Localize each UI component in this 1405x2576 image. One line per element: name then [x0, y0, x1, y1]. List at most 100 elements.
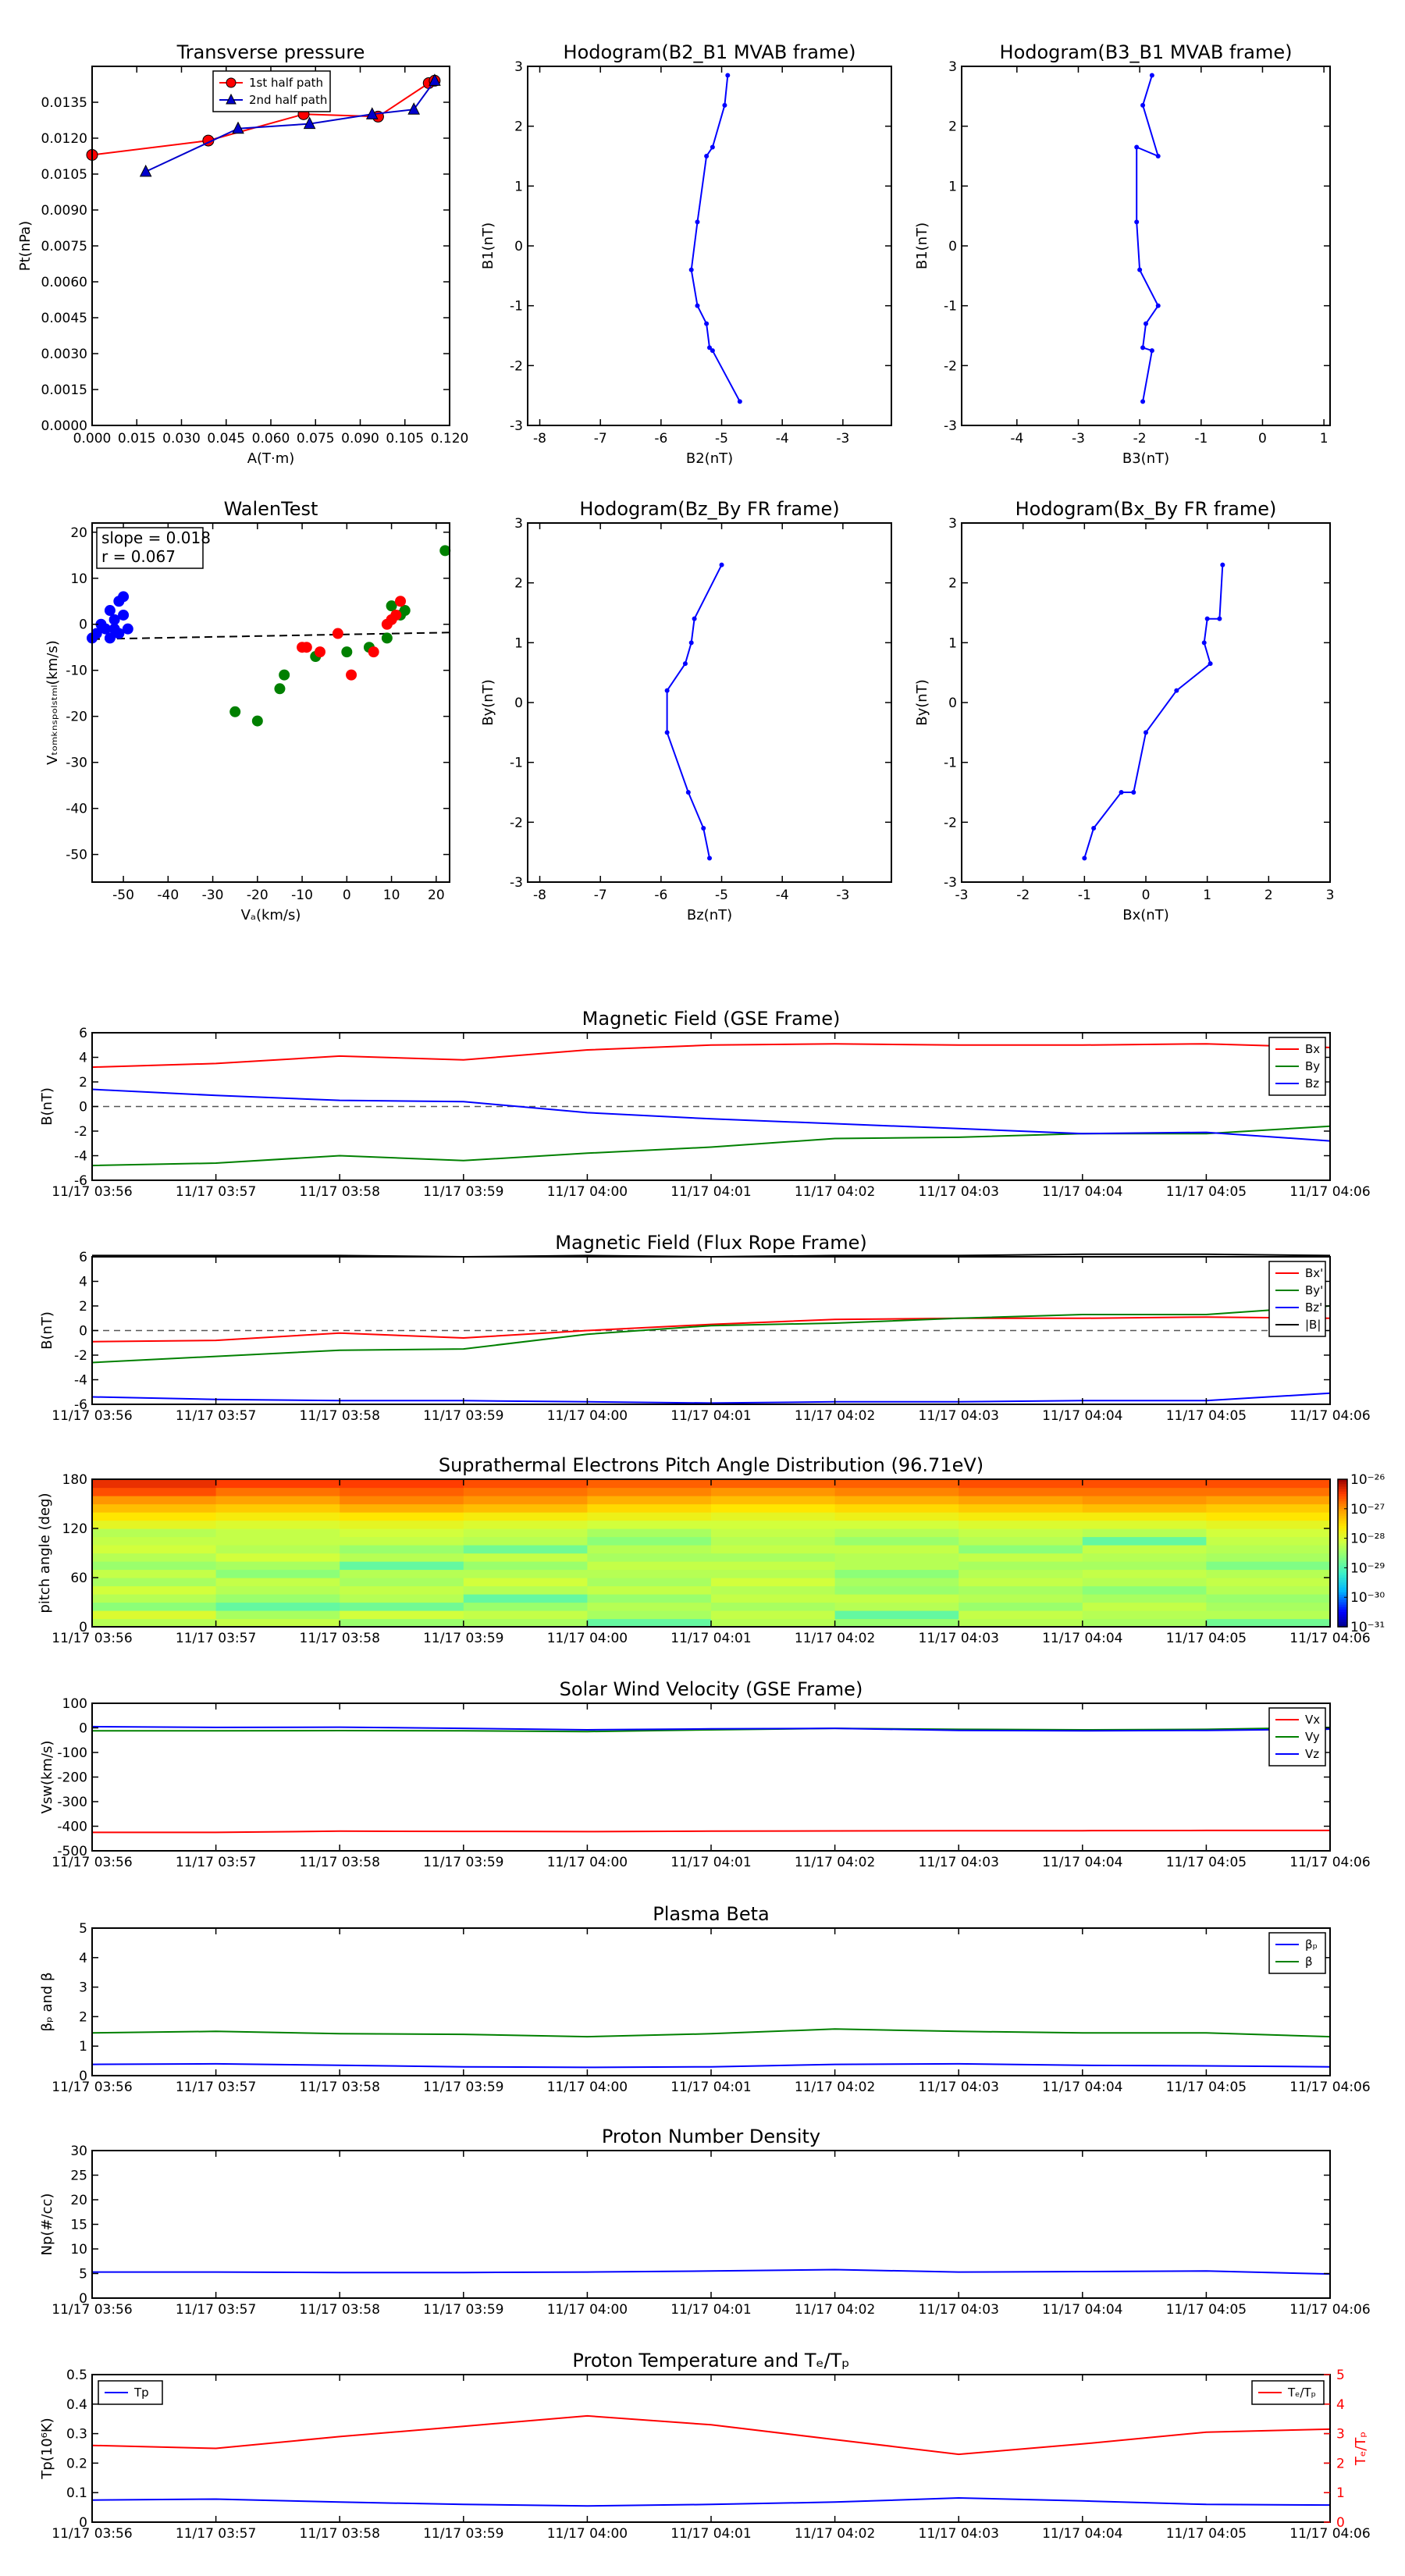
heatmap-cell — [340, 1496, 464, 1505]
x-tick-label: 10 — [383, 888, 400, 903]
heatmap-cell — [463, 1594, 588, 1603]
y-tick-label: -2 — [510, 815, 523, 831]
y-tick-label: -1 — [944, 299, 957, 315]
data-point — [1131, 790, 1136, 795]
panel-walen_test: -50 -40 -30 -20 -10 0 10 20 -50 -40 -30 -20 -10 0 10 20… — [44, 498, 451, 923]
x-tick-label: 11/17 03:59 — [423, 2526, 503, 2542]
data-point — [688, 640, 694, 646]
y-axis-label: βₚ and β — [39, 1973, 55, 2032]
data-point — [395, 596, 407, 607]
fit-line — [91, 632, 450, 640]
heatmap-cell — [215, 1520, 340, 1529]
x-tick-label: 11/17 04:01 — [670, 1855, 751, 1870]
data-point — [1217, 616, 1222, 621]
x-tick-label: -1 — [1194, 431, 1208, 447]
data-point — [1134, 219, 1140, 225]
heatmap-cell — [711, 1496, 836, 1505]
y-tick-label: 0 — [514, 239, 523, 254]
heatmap-cell — [711, 1512, 836, 1521]
x-tick-label: 11/17 03:58 — [300, 2302, 380, 2318]
data-point — [341, 646, 353, 658]
x-tick-label: 11/17 04:06 — [1289, 2526, 1370, 2542]
x-tick-label: 11/17 04:01 — [670, 1631, 751, 1646]
data-point — [390, 609, 402, 621]
heatmap-cell — [959, 1594, 1083, 1603]
x-tick-label: 0.030 — [162, 431, 201, 447]
x-tick-label: 11/17 04:03 — [919, 2302, 999, 2318]
data-point — [1220, 562, 1225, 568]
heatmap-cell — [92, 1536, 217, 1546]
plot-frame — [961, 66, 1331, 426]
y-tick-label: 4 — [79, 1275, 87, 1290]
chart-title: Hodogram(Bz_By FR frame) — [579, 498, 839, 520]
heatmap-cell — [215, 1487, 340, 1496]
legend-label: Tₑ/Tₚ — [1287, 2386, 1316, 2400]
data-point — [664, 730, 670, 735]
colorbar-label: 10⁻²⁹ — [1350, 1560, 1385, 1576]
data-point — [1208, 661, 1213, 667]
x-tick-label: -3 — [1072, 431, 1085, 447]
heatmap-cell — [1082, 1520, 1207, 1529]
panel-hodo_b3_b1: -3 -2 -1 0 1 2 3 -4 -3 -2 -1 0 1 Hodogram(B3_B1 MVAB … — [914, 41, 1331, 467]
colorbar-label: 10⁻²⁷ — [1350, 1502, 1385, 1517]
heatmap-cell — [587, 1479, 712, 1489]
heatmap-cell — [215, 1536, 340, 1546]
heatmap-cell — [92, 1496, 217, 1505]
series-0 — [1134, 73, 1161, 404]
y-tick-label: -100 — [57, 1745, 87, 1761]
y-tick-label: -300 — [57, 1795, 87, 1810]
data-point — [113, 628, 125, 639]
heatmap-cell — [1206, 1528, 1331, 1538]
x-tick-label: 11/17 04:02 — [795, 1408, 875, 1424]
heatmap-cell — [1082, 1528, 1207, 1538]
x-tick-label: 11/17 03:56 — [52, 1184, 132, 1200]
heatmap-cell — [215, 1528, 340, 1538]
heatmap-cell — [92, 1479, 217, 1489]
y-tick-label: 1 — [948, 179, 957, 194]
data-point — [692, 616, 697, 621]
y-tick-label: 0.0060 — [41, 275, 87, 290]
legend-label: Vz — [1305, 1747, 1319, 1761]
heatmap-cells — [92, 1479, 1331, 1628]
heatmap-cell — [1082, 1561, 1207, 1571]
x-tick-label: 11/17 03:56 — [52, 2302, 132, 2318]
x-tick-label: 11/17 04:01 — [670, 2080, 751, 2095]
heatmap-cell — [834, 1545, 959, 1554]
series-line — [690, 75, 741, 402]
x-tick-label: 0.120 — [431, 431, 469, 447]
x-tick-label: 11/17 04:03 — [919, 1855, 999, 1870]
chart-title: Solar Wind Velocity (GSE Frame) — [560, 1678, 863, 1700]
y-tick-label: 4 — [79, 1951, 87, 1966]
x-tick-label: -4 — [1010, 431, 1023, 447]
y-tick-label: -4 — [74, 1149, 87, 1165]
heatmap-cell — [834, 1512, 959, 1521]
heatmap-cell — [215, 1569, 340, 1578]
x-tick-label: 11/17 04:05 — [1166, 1408, 1247, 1424]
y-tick-label: -1 — [510, 756, 523, 771]
data-point — [1140, 102, 1146, 108]
x-tick-label: 11/17 04:02 — [795, 1855, 875, 1870]
heatmap-cell — [959, 1528, 1083, 1538]
x-tick-label: 11/17 03:57 — [176, 1855, 256, 1870]
heatmap-cell — [92, 1561, 217, 1571]
data-point — [722, 102, 727, 108]
figure-canvas: 0.000 0 0.0015 0.0030 0.0045 0.0060 0.0075 0.00… — [17, 41, 1385, 2542]
x-tick-label: 11/17 04:06 — [1289, 1184, 1370, 1200]
colorbar-label: 10⁻³¹ — [1350, 1620, 1385, 1635]
chart-title: Plasma Beta — [653, 1903, 769, 1925]
heatmap-cell — [1082, 1618, 1207, 1628]
x-axis-label: B2(nT) — [686, 450, 733, 467]
data-point — [1082, 856, 1087, 861]
data-point — [685, 790, 691, 795]
y-tick-label: 6 — [79, 1026, 87, 1041]
y-tick-label: 0.1 — [66, 2485, 87, 2501]
heatmap-cell — [959, 1520, 1083, 1529]
series-line-1 — [91, 1305, 1331, 1364]
y-tick-label: 180 — [62, 1472, 87, 1488]
heatmap-cell — [711, 1520, 836, 1529]
heatmap-cell — [215, 1578, 340, 1587]
legend-label: β — [1305, 1955, 1313, 1969]
y-axis-label: Pt(nPa) — [17, 221, 34, 271]
x-tick-label: 11/17 04:00 — [547, 2080, 628, 2095]
y-tick-label: 100 — [62, 1696, 87, 1712]
